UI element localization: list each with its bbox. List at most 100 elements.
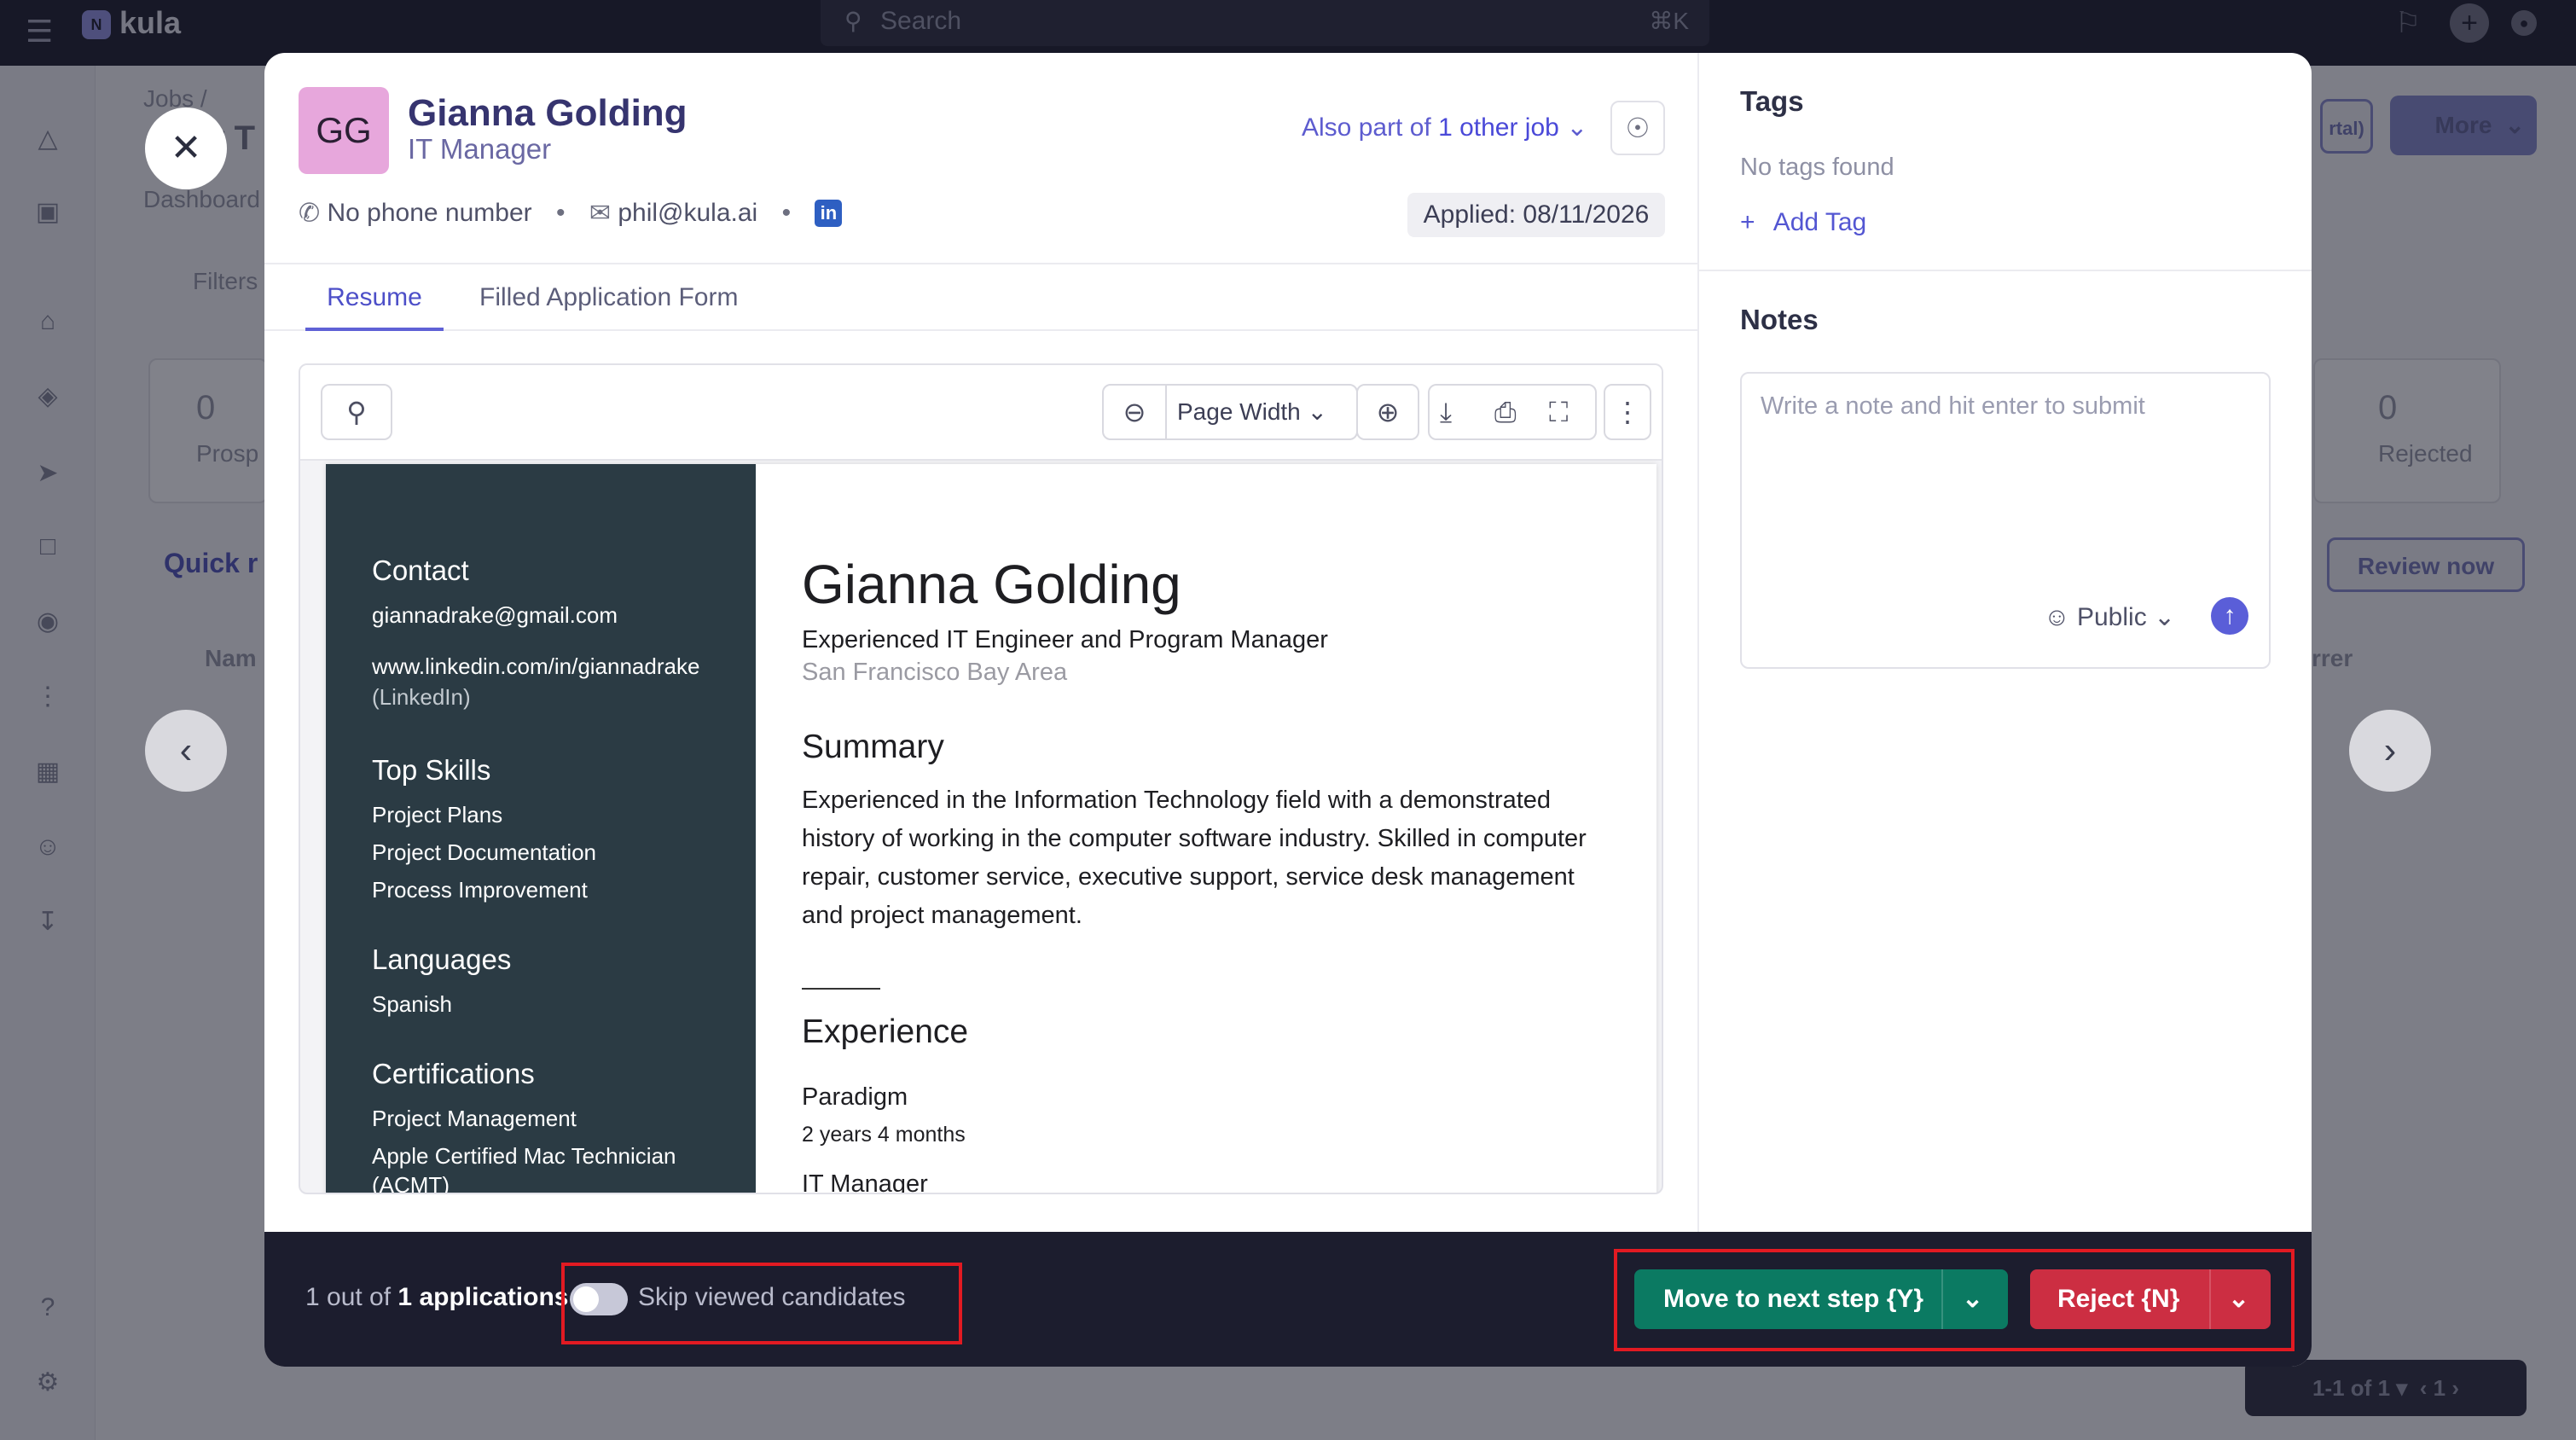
note-input[interactable]: Write a note and hit enter to submit ☺ P… [1740, 372, 2271, 669]
experience-heading: Experience [802, 1013, 969, 1050]
summary-text: Experienced in the Information Technolog… [802, 787, 1587, 929]
summary-heading: Summary [802, 729, 944, 765]
more-vertical-icon: ⋮ [1614, 397, 1641, 427]
count-value: 1 applications [397, 1283, 569, 1311]
application-count: 1 out of 1 applications [305, 1283, 568, 1312]
other-jobs-link: 1 other job [1438, 113, 1559, 142]
modal-tabs: Resume Filled Application Form [264, 263, 1697, 331]
separator-dot: • [556, 199, 566, 228]
separator-dot: • [781, 199, 792, 228]
contact-heading: Contact [372, 555, 469, 586]
plus-icon: + [1740, 208, 1755, 236]
viewer-toolbar: ⚲ ⊖ Page Width ⌄ ⊕ ⤓ ⎙ ⛶ ⋮ [300, 365, 1662, 461]
skill-item: Project Documentation [372, 839, 597, 865]
print-icon[interactable]: ⎙ [1494, 386, 1517, 438]
resume-sidebar: Contact giannadrake@gmail.com www.linked… [326, 464, 756, 1194]
resume-location: San Francisco Bay Area [802, 659, 1068, 686]
chevron-down-icon: ⌄ [2154, 603, 2176, 631]
close-button[interactable]: ✕ [145, 107, 227, 189]
previous-candidate-button[interactable]: ‹ [145, 710, 227, 792]
experience-company: Paradigm [802, 1083, 908, 1111]
certification-item: Apple Certified Mac Technician [372, 1143, 676, 1169]
top-skills-heading: Top Skills [372, 754, 491, 786]
linkedin-icon[interactable]: in [815, 200, 843, 228]
certifications-heading: Certifications [372, 1058, 535, 1089]
chevron-down-icon[interactable]: ⌄ [1962, 1269, 1983, 1329]
resume-linkedin: www.linkedin.com/in/giannadrake [372, 653, 700, 679]
close-icon: ✕ [170, 127, 202, 169]
zoom-control: ⊖ Page Width ⌄ [1102, 384, 1358, 440]
resume-name: Gianna Golding [802, 554, 1181, 615]
download-icon[interactable]: ⤓ [1440, 386, 1452, 438]
arrow-up-icon: ↑ [2223, 601, 2237, 630]
next-candidate-button[interactable]: › [2349, 710, 2431, 792]
skill-item: Process Improvement [372, 877, 588, 903]
send-note-button[interactable]: ↑ [2211, 597, 2248, 635]
email-link[interactable]: phil@kula.ai [618, 199, 757, 227]
section-divider [802, 988, 880, 990]
viewer-actions: ⤓ ⎙ ⛶ [1428, 384, 1597, 440]
count-prefix: 1 out of [305, 1283, 398, 1311]
certification-item: Project Management [372, 1106, 577, 1131]
tab-application-form[interactable]: Filled Application Form [479, 264, 738, 331]
users-icon: ☺ [2044, 603, 2070, 631]
note-visibility-dropdown[interactable]: ☺ Public ⌄ [2044, 602, 2175, 632]
contact-row: ✆ No phone number • ✉ phil@kula.ai • in [299, 198, 843, 232]
notes-title: Notes [1740, 304, 1819, 335]
zoom-label: Page Width [1177, 398, 1301, 425]
experience-duration: 2 years 4 months [802, 1123, 966, 1147]
zoom-in-icon: ⊕ [1376, 397, 1400, 427]
button-separator [2209, 1269, 2211, 1329]
candidate-side-pane: Tags No tags found + Add Tag Notes Write… [1697, 53, 2312, 1232]
resume-viewer: ⚲ ⊖ Page Width ⌄ ⊕ ⤓ ⎙ ⛶ ⋮ Contact giann… [299, 363, 1663, 1194]
tab-resume[interactable]: Resume [305, 264, 444, 331]
experience-title: IT Manager [802, 1170, 928, 1194]
other-jobs-dropdown[interactable]: Also part of 1 other job ⌄ [1302, 113, 1587, 142]
applied-date-badge: Applied: 08/11/2026 [1407, 193, 1665, 237]
note-visibility-label: Public [2076, 603, 2147, 631]
chevron-down-icon[interactable]: ⌄ [2228, 1269, 2249, 1329]
add-tag-label: Add Tag [1772, 208, 1867, 236]
fullscreen-icon[interactable]: ⛶ [1549, 386, 1568, 438]
resume-body: Gianna Golding Experienced IT Engineer a… [756, 464, 1651, 1194]
candidate-avatar: GG [299, 87, 389, 174]
skip-viewed-toggle[interactable] [570, 1283, 628, 1315]
certification-item: (ACMT) [372, 1172, 450, 1194]
tags-title: Tags [1740, 85, 1804, 117]
mail-icon: ✉ [589, 199, 611, 228]
other-jobs-prefix: Also part of [1302, 113, 1439, 142]
more-options-button[interactable]: ⋮ [1604, 384, 1651, 440]
reject-button-label: Reject {N} [2057, 1285, 2180, 1313]
toggle-knob [573, 1286, 599, 1312]
zoom-select[interactable]: Page Width ⌄ [1177, 386, 1327, 438]
move-to-next-step-button[interactable]: Move to next step {Y} ⌄ [1634, 1269, 2008, 1329]
resume-headline: Experienced IT Engineer and Program Mana… [802, 626, 1328, 653]
add-tag-button[interactable]: + Add Tag [1740, 208, 1866, 237]
no-tags-text: No tags found [1740, 154, 1894, 181]
resume-linkedin-note: (LinkedIn) [372, 684, 471, 710]
viewer-search-button[interactable]: ⚲ [321, 384, 392, 440]
eye-icon: ☉ [1625, 113, 1651, 143]
chevron-right-icon: › [2383, 729, 2397, 771]
skill-item: Project Plans [372, 802, 503, 827]
zoom-out-icon[interactable]: ⊖ [1104, 386, 1167, 438]
divider [1699, 270, 2312, 271]
button-separator [1941, 1269, 1943, 1329]
resume-email: giannadrake@gmail.com [372, 602, 618, 628]
chevron-left-icon: ‹ [179, 729, 193, 771]
watch-button[interactable]: ☉ [1610, 101, 1665, 155]
chevron-down-icon: ⌄ [1307, 398, 1327, 425]
skip-viewed-label: Skip viewed candidates [638, 1283, 906, 1311]
candidate-modal: GG Gianna Golding IT Manager Also part o… [264, 53, 2312, 1367]
candidate-name: Gianna Golding [408, 92, 688, 134]
note-placeholder: Write a note and hit enter to submit [1761, 392, 2145, 420]
language-item: Spanish [372, 991, 452, 1017]
zoom-in-button[interactable]: ⊕ [1356, 384, 1419, 440]
reject-button[interactable]: Reject {N} ⌄ [2030, 1269, 2271, 1329]
chevron-down-icon: ⌄ [1566, 113, 1588, 142]
phone-icon: ✆ [299, 199, 321, 228]
candidate-role: IT Manager [408, 133, 552, 165]
languages-heading: Languages [372, 944, 512, 975]
search-icon: ⚲ [346, 397, 367, 427]
phone-text: No phone number [327, 199, 532, 228]
